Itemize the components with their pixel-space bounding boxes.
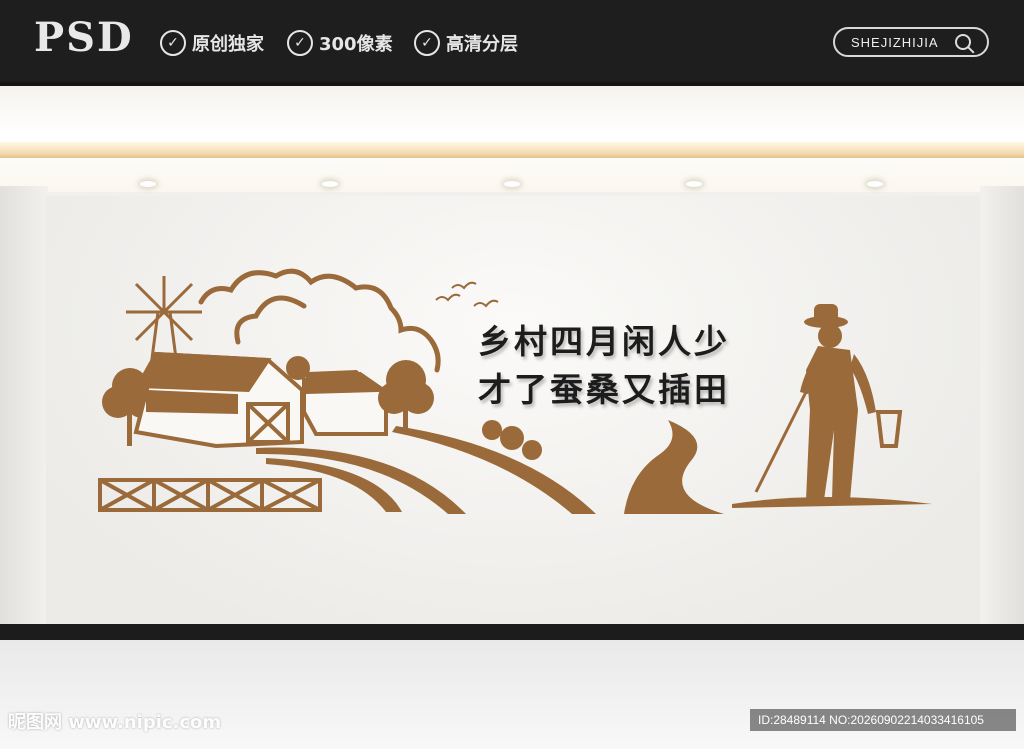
spotlight [322, 181, 338, 187]
site-watermark: 昵图网 www.nipic.com [8, 712, 222, 733]
spotlight [867, 181, 883, 187]
search-label: SHEJIZHIJIA [851, 34, 939, 50]
brand-logo: PSD [34, 14, 134, 61]
id-watermark: ID:28489114 NO:20260902214033416105 [750, 709, 1016, 731]
farmhouse [133, 351, 388, 449]
fields [256, 420, 596, 514]
cloud-outline [234, 295, 307, 345]
slogan-line-2: 才了蚕桑又插田 [478, 370, 730, 409]
fence [98, 478, 322, 512]
birds [435, 281, 499, 308]
check-icon: ✓ [160, 30, 186, 56]
river [624, 420, 724, 514]
spotlight [504, 181, 520, 187]
search-button[interactable]: SHEJIZHIJIA [833, 27, 989, 57]
feature-label: 原创独家 [192, 34, 264, 55]
feature-resolution: ✓ 300像素 [287, 30, 393, 56]
spotlight [686, 181, 702, 187]
slogan: 乡村四月闲人少 才了蚕桑又插田 [478, 318, 730, 414]
spotlight [140, 181, 156, 187]
top-bar: PSD ✓ 原创独家 ✓ 300像素 ✓ 高清分层 SHEJIZHIJIA [0, 0, 1024, 86]
search-icon [955, 34, 971, 50]
cloud-outline [198, 268, 441, 373]
left-wall [0, 186, 48, 646]
ceiling [0, 86, 1024, 192]
feature-layers: ✓ 高清分层 [414, 30, 518, 56]
feature-label: 300像素 [319, 34, 393, 55]
check-icon: ✓ [414, 30, 440, 56]
feature-label: 高清分层 [446, 34, 518, 55]
feature-original: ✓ 原创独家 [160, 30, 264, 56]
slogan-line-1: 乡村四月闲人少 [478, 322, 730, 361]
ceiling-light-strip [0, 142, 1024, 158]
baseboard [0, 624, 1024, 640]
farmer-silhouette [732, 304, 932, 508]
right-wall [980, 186, 1024, 646]
check-icon: ✓ [287, 30, 313, 56]
